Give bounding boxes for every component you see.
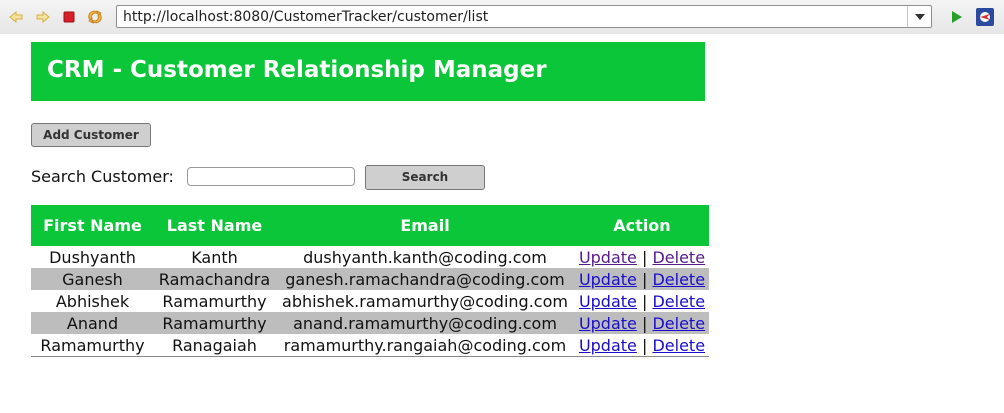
forward-arrow-icon[interactable] [35, 9, 51, 25]
browser-logo-icon[interactable] [976, 8, 994, 26]
update-link[interactable]: Update [579, 292, 637, 311]
url-dropdown[interactable] [907, 6, 931, 27]
delete-link[interactable]: Delete [652, 292, 705, 311]
cell-first-name: Dushyanth [49, 247, 136, 267]
cell-email: abhishek.ramamurthy@coding.com [282, 291, 568, 311]
cell-action: Update | Delete [575, 290, 709, 312]
cell-email: ramamurthy.rangaiah@coding.com [275, 334, 575, 357]
cell-email: dushyanth.kanth@coding.com [303, 247, 547, 267]
add-customer-button[interactable]: Add Customer [31, 123, 151, 147]
search-button[interactable]: Search [365, 165, 485, 190]
action-separator: | [641, 313, 648, 333]
update-link[interactable]: Update [579, 270, 637, 289]
url-text[interactable]: http://localhost:8080/CustomerTracker/cu… [123, 9, 488, 25]
action-separator: | [641, 269, 648, 289]
column-header-email: Email [275, 205, 575, 246]
page-header: CRM - Customer Relationship Manager [31, 42, 705, 101]
column-header-first-name: First Name [31, 205, 154, 246]
action-separator: | [641, 291, 648, 311]
cell-email: ganesh.ramachandra@coding.com [275, 268, 575, 290]
stop-icon[interactable] [61, 9, 77, 25]
go-icon[interactable] [948, 9, 964, 25]
cell-last-name: Kanth [191, 247, 238, 267]
cell-action: Update | Delete [575, 246, 709, 268]
delete-link[interactable]: Delete [652, 270, 705, 289]
table-row: Ramamurthy Ranagaiah ramamurthy.rangaiah… [31, 334, 709, 357]
search-input[interactable] [187, 167, 355, 186]
delete-link[interactable]: Delete [652, 336, 705, 355]
page-title: CRM - Customer Relationship Manager [47, 57, 547, 83]
dropdown-arrow-icon [915, 14, 925, 20]
cell-action: Update | Delete [575, 268, 709, 290]
table-row: Abhishek Ramamurthy abhishek.ramamurthy@… [31, 290, 709, 312]
update-link[interactable]: Update [579, 336, 637, 355]
update-link[interactable]: Update [579, 314, 637, 333]
cell-first-name: Abhishek [55, 291, 130, 311]
cell-last-name: Ramamurthy [154, 312, 275, 334]
browser-toolbar: http://localhost:8080/CustomerTracker/cu… [0, 0, 1004, 34]
table-row: Ganesh Ramachandra ganesh.ramachandra@co… [31, 268, 709, 290]
refresh-icon[interactable] [87, 9, 103, 25]
action-separator: | [641, 247, 648, 267]
action-separator: | [641, 335, 648, 355]
cell-last-name: Ramamurthy [162, 291, 267, 311]
update-link[interactable]: Update [579, 248, 637, 267]
cell-first-name: Anand [31, 312, 154, 334]
cell-last-name: Ranagaiah [154, 334, 275, 357]
search-label: Search Customer: [31, 167, 174, 186]
delete-link[interactable]: Delete [652, 314, 705, 333]
table-row: Dushyanth Kanth dushyanth.kanth@coding.c… [31, 246, 709, 268]
cell-first-name: Ganesh [31, 268, 154, 290]
table-header-row: First Name Last Name Email Action [31, 205, 709, 246]
back-arrow-icon[interactable] [8, 9, 24, 25]
delete-link[interactable]: Delete [652, 248, 705, 267]
cell-action: Update | Delete [575, 312, 709, 334]
cell-last-name: Ramachandra [154, 268, 275, 290]
cell-first-name: Ramamurthy [31, 334, 154, 357]
customer-table: First Name Last Name Email Action Dushya… [31, 205, 709, 357]
column-header-action: Action [575, 205, 709, 246]
url-bar[interactable]: http://localhost:8080/CustomerTracker/cu… [116, 5, 932, 28]
table-row: Anand Ramamurthy anand.ramamurthy@coding… [31, 312, 709, 334]
cell-email: anand.ramamurthy@coding.com [275, 312, 575, 334]
cell-action: Update | Delete [575, 334, 709, 357]
column-header-last-name: Last Name [154, 205, 275, 246]
